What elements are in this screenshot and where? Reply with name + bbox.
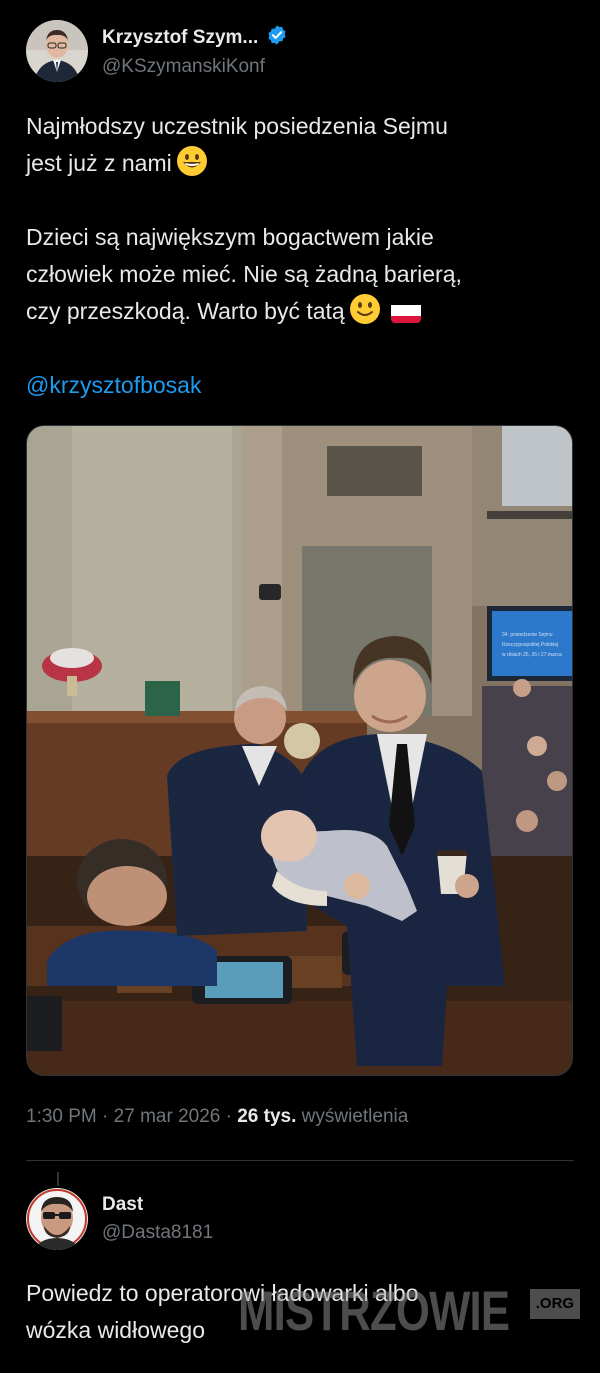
mention-link[interactable]: @krzysztofbosak xyxy=(26,367,574,404)
tweet-time[interactable]: 1:30 PM xyxy=(26,1106,97,1127)
tweet-line: czy przeszkodą. Warto być tatą xyxy=(26,298,345,324)
tweet-date[interactable]: 27 mar 2026 xyxy=(114,1106,221,1127)
separator-dot: · xyxy=(225,1106,232,1127)
reply-header: Dast @Dasta8181 xyxy=(26,1188,213,1250)
reply-avatar[interactable] xyxy=(26,1188,88,1250)
grinning-face-emoji xyxy=(176,145,208,177)
views-count[interactable]: 26 tys. xyxy=(237,1106,296,1127)
tweet-line-with-emoji: jest już z nami xyxy=(26,145,574,182)
reply-author-name[interactable]: Dast xyxy=(102,1194,213,1216)
tweet-line: jest już z nami xyxy=(26,150,172,176)
author-avatar[interactable] xyxy=(26,20,88,82)
watermark-text: MISTRZOWIE xyxy=(238,1279,510,1342)
watermark-tld: .ORG xyxy=(529,1289,581,1319)
author-name[interactable]: Krzysztof Szym... xyxy=(102,27,258,49)
verified-badge-icon xyxy=(266,24,288,52)
tweet-line: Najmłodszy uczestnik posiedzenia Sejmu xyxy=(26,113,448,139)
reply-author-handle[interactable]: @Dasta8181 xyxy=(102,1222,213,1244)
tweet-line: człowiek może mieć. Nie są żadną barierą… xyxy=(26,261,462,287)
tweet-text: Najmłodszy uczestnik posiedzenia Sejmu j… xyxy=(26,108,574,404)
tweet-line-with-emoji: czy przeszkodą. Warto być tatą xyxy=(26,293,574,330)
author-info: Krzysztof Szym... @KSzymanskiKonf xyxy=(102,24,288,78)
divider xyxy=(26,1160,574,1161)
poland-flag-emoji xyxy=(390,301,421,323)
separator-dot: · xyxy=(102,1106,109,1127)
tweet-header: Krzysztof Szym... @KSzymanskiKonf xyxy=(26,20,288,82)
watermark: MISTRZOWIE .ORG xyxy=(238,1279,581,1342)
author-name-row[interactable]: Krzysztof Szym... xyxy=(102,24,288,52)
slightly-smiling-face-emoji xyxy=(349,293,381,325)
reply-author-info: Dast @Dasta8181 xyxy=(102,1194,213,1244)
views-label: wyświetlenia xyxy=(301,1106,409,1127)
author-handle[interactable]: @KSzymanskiKonf xyxy=(102,56,288,78)
tweet-meta: 1:30 PM · 27 mar 2026 · 26 tys. wyświetl… xyxy=(26,1106,408,1128)
tweet-photo[interactable]: 34. posiedzenie Sejmu Rzeczypospolitej P… xyxy=(26,425,573,1076)
tweet-line: Dzieci są największym bogactwem jakie xyxy=(26,224,434,250)
thread-line xyxy=(57,1172,59,1186)
